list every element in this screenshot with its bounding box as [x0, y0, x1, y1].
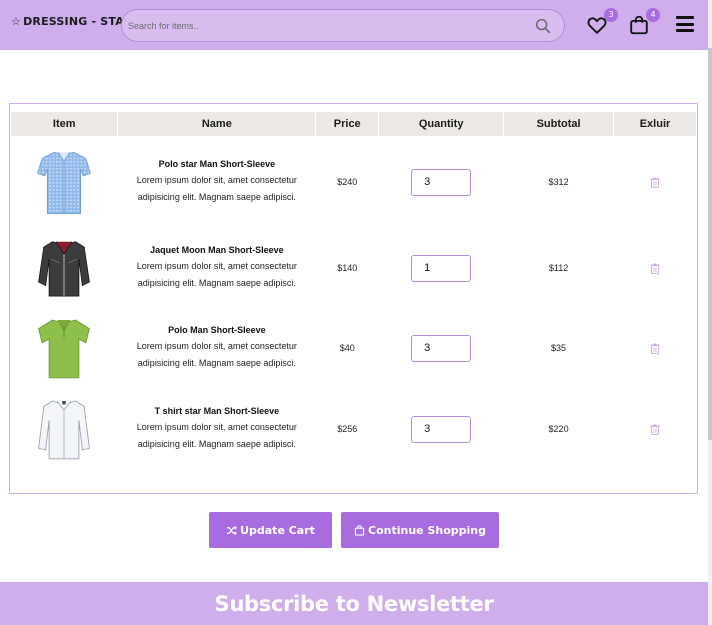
subtotal-cell: $112	[548, 263, 569, 273]
search-icon[interactable]	[534, 17, 552, 35]
search-bar	[121, 9, 565, 42]
product-name-cell: T shirt star Man Short-Sleeve Lorem ipsu…	[118, 388, 316, 470]
subtotal-cell: $35	[551, 343, 567, 353]
trash-icon[interactable]	[650, 424, 660, 435]
trash-icon[interactable]	[650, 263, 660, 274]
product-image-cell	[11, 388, 118, 470]
quantity-cell	[379, 136, 504, 228]
product-description: Lorem ipsum dolor sit, amet consectetur …	[136, 340, 297, 368]
update-cart-label: Update Cart	[240, 523, 315, 537]
table-row: Polo Man Short-Sleeve Lorem ipsum dolor …	[11, 308, 697, 388]
product-image-cell	[11, 228, 118, 308]
quantity-input[interactable]	[411, 254, 472, 282]
star-icon: ☆	[11, 15, 22, 28]
leather-jacket-image[interactable]	[31, 233, 97, 303]
product-name: Polo Man Short-Sleeve	[168, 324, 266, 335]
product-description: Lorem ipsum dolor sit, amet consectetur …	[136, 260, 297, 288]
brand-name: DRESSING - STAR	[23, 15, 133, 28]
product-image-cell	[11, 308, 118, 388]
product-name: T shirt star Man Short-Sleeve	[154, 405, 280, 416]
quantity-cell	[379, 308, 504, 388]
newsletter-section: Subscribe to Newsletter	[0, 582, 708, 625]
continue-shopping-button[interactable]: Continue Shopping	[341, 512, 499, 548]
scrollbar-thumb[interactable]	[708, 48, 712, 440]
quantity-cell	[379, 388, 504, 470]
quantity-input[interactable]	[411, 415, 472, 443]
hamburger-menu-icon[interactable]	[676, 16, 694, 32]
cart-button[interactable]: 4	[628, 8, 660, 38]
shuffle-icon	[226, 525, 238, 535]
cart-table-container: Item Name Price Quantity Subtotal Exluir	[9, 103, 698, 494]
product-name-cell: Polo star Man Short-Sleeve Lorem ipsum d…	[118, 136, 316, 228]
wishlist-count-badge: 3	[604, 8, 618, 22]
column-header-subtotal: Subtotal	[503, 112, 615, 136]
subtotal-cell: $220	[548, 424, 569, 434]
brand-logo[interactable]: ☆ DRESSING - STAR	[11, 15, 133, 28]
price-cell: $40	[339, 343, 355, 353]
quantity-input[interactable]	[411, 334, 472, 362]
price-cell: $240	[337, 177, 358, 187]
subtotal-cell: $312	[548, 177, 569, 187]
trash-icon[interactable]	[650, 177, 660, 188]
newsletter-title: Subscribe to Newsletter	[214, 592, 494, 616]
column-header-quantity: Quantity	[378, 112, 505, 136]
quantity-input[interactable]	[411, 168, 472, 196]
product-name-cell: Polo Man Short-Sleeve Lorem ipsum dolor …	[118, 308, 316, 388]
search-input[interactable]	[128, 17, 508, 35]
delete-cell	[614, 228, 697, 308]
table-row: T shirt star Man Short-Sleeve Lorem ipsu…	[11, 388, 697, 470]
green-polo-shirt-image[interactable]	[31, 313, 97, 383]
table-row: Polo star Man Short-Sleeve Lorem ipsum d…	[11, 136, 697, 228]
column-header-delete: Exluir	[613, 112, 697, 136]
white-dress-shirt-image[interactable]	[31, 394, 97, 464]
product-name-cell: Jaquet Moon Man Short-Sleeve Lorem ipsum…	[118, 228, 316, 308]
product-image-cell	[11, 136, 118, 228]
column-header-item: Item	[11, 112, 119, 136]
table-row: Jaquet Moon Man Short-Sleeve Lorem ipsum…	[11, 228, 697, 308]
column-header-name: Name	[117, 112, 317, 136]
product-description: Lorem ipsum dolor sit, amet consectetur …	[136, 174, 297, 202]
wishlist-button[interactable]: 3	[586, 8, 618, 38]
cart-table: Item Name Price Quantity Subtotal Exluir	[11, 112, 697, 470]
update-cart-button[interactable]: Update Cart	[209, 512, 332, 548]
delete-cell	[614, 388, 697, 470]
shopping-bag-icon	[354, 524, 365, 536]
cart-count-badge: 4	[646, 8, 660, 22]
top-navbar: ☆DRESSING - STAR 3 4	[0, 0, 708, 50]
column-header-price: Price	[315, 112, 380, 136]
continue-shopping-label: Continue Shopping	[368, 523, 486, 537]
blue-checked-shirt-image[interactable]	[31, 147, 97, 217]
price-cell: $140	[337, 263, 358, 273]
delete-cell	[614, 136, 697, 228]
product-name: Jaquet Moon Man Short-Sleeve	[150, 244, 284, 255]
price-cell: $256	[337, 424, 358, 434]
product-name: Polo star Man Short-Sleeve	[158, 158, 276, 169]
product-description: Lorem ipsum dolor sit, amet consectetur …	[136, 421, 297, 449]
trash-icon[interactable]	[650, 343, 660, 354]
delete-cell	[614, 308, 697, 388]
quantity-cell	[379, 228, 504, 308]
